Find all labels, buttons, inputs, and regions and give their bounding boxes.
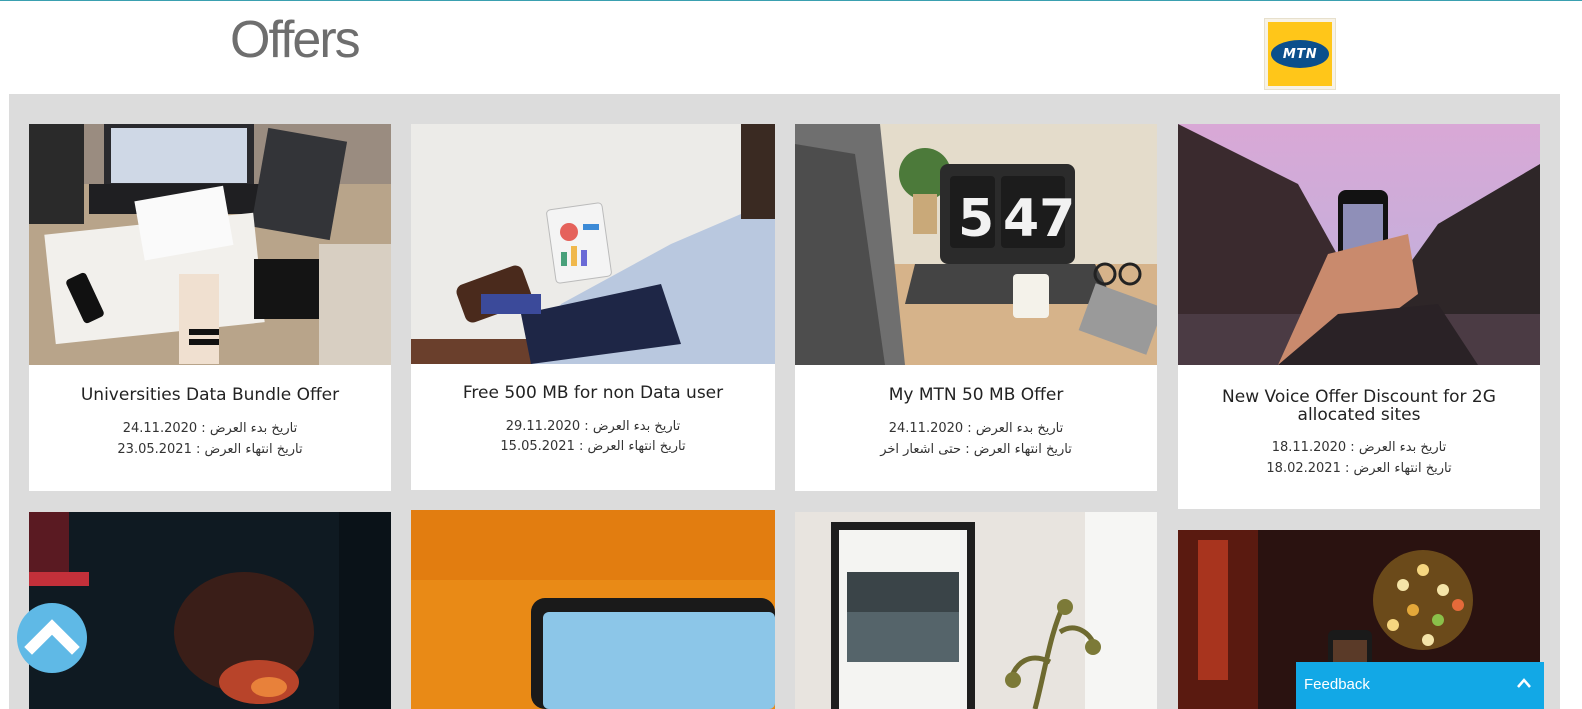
offers-grid: Universities Data Bundle Offer تاريخ بدء… <box>9 94 1560 709</box>
offer-start-date: تاريخ بدء العرض : 24.11.2020 <box>122 421 298 436</box>
offer-end-date: تاريخ انتهاء العرض : 18.02.2021 <box>1266 461 1452 476</box>
logo-oval: MTN <box>1271 40 1329 68</box>
offer-card[interactable] <box>795 512 1157 709</box>
scroll-to-top-button[interactable] <box>17 603 87 673</box>
offer-card[interactable]: New Voice Offer Discount for 2G allocate… <box>1178 124 1540 509</box>
offer-photo[interactable] <box>1178 124 1540 365</box>
offer-card[interactable]: 5 47 My MTN 50 MB Offer تاريخ بدء العرض … <box>795 124 1157 491</box>
svg-text:5: 5 <box>958 189 994 249</box>
offer-card[interactable] <box>411 510 775 709</box>
offer-photo[interactable] <box>795 512 1157 709</box>
offer-title[interactable]: Free 500 MB for non Data user <box>421 384 765 402</box>
offer-start-date: تاريخ بدء العرض : 29.11.2020 <box>505 419 681 434</box>
offer-end-date: تاريخ انتهاء العرض : 23.05.2021 <box>117 442 303 457</box>
photo-laptop-orange-wall <box>411 510 775 709</box>
offer-photo[interactable] <box>411 510 775 709</box>
chevron-up-icon <box>1517 678 1531 688</box>
chevron-up-icon <box>24 619 80 655</box>
photo-desk-laptops-notes <box>29 124 391 365</box>
offer-title[interactable]: New Voice Offer Discount for 2G allocate… <box>1188 388 1530 424</box>
photo-phone-mountains-sunset <box>1178 124 1540 365</box>
offer-card[interactable]: Free 500 MB for non Data user تاريخ بدء … <box>411 124 775 490</box>
offer-card[interactable]: Universities Data Bundle Offer تاريخ بدء… <box>29 124 391 491</box>
offer-photo[interactable]: 5 47 <box>795 124 1157 365</box>
mtn-logo[interactable]: MTN <box>1264 18 1336 90</box>
offer-start-date: تاريخ بدء العرض : 24.11.2020 <box>888 421 1064 436</box>
svg-text:47: 47 <box>1003 189 1075 249</box>
offer-photo[interactable] <box>411 124 775 364</box>
offer-photo[interactable] <box>29 124 391 365</box>
offer-end-date: تاريخ انتهاء العرض : حتى اشعار اخر <box>880 442 1072 457</box>
top-border-line <box>0 0 1582 1</box>
feedback-label: Feedback <box>1304 676 1370 693</box>
feedback-button[interactable]: Feedback <box>1296 662 1544 709</box>
photo-man-with-tablet-charts <box>411 124 775 364</box>
logo-text: MTN <box>1282 46 1318 62</box>
offer-title[interactable]: My MTN 50 MB Offer <box>805 386 1147 404</box>
offer-start-date: تاريخ بدء العرض : 18.11.2020 <box>1271 440 1447 455</box>
page-title: Offers <box>230 11 361 69</box>
offer-end-date: تاريخ انتهاء العرض : 15.05.2021 <box>500 439 686 454</box>
offer-title[interactable]: Universities Data Bundle Offer <box>39 386 381 404</box>
photo-framed-picture-plant <box>795 512 1157 709</box>
photo-laptop-clock-547: 5 47 <box>795 124 1157 365</box>
logo-background: MTN <box>1268 22 1332 86</box>
